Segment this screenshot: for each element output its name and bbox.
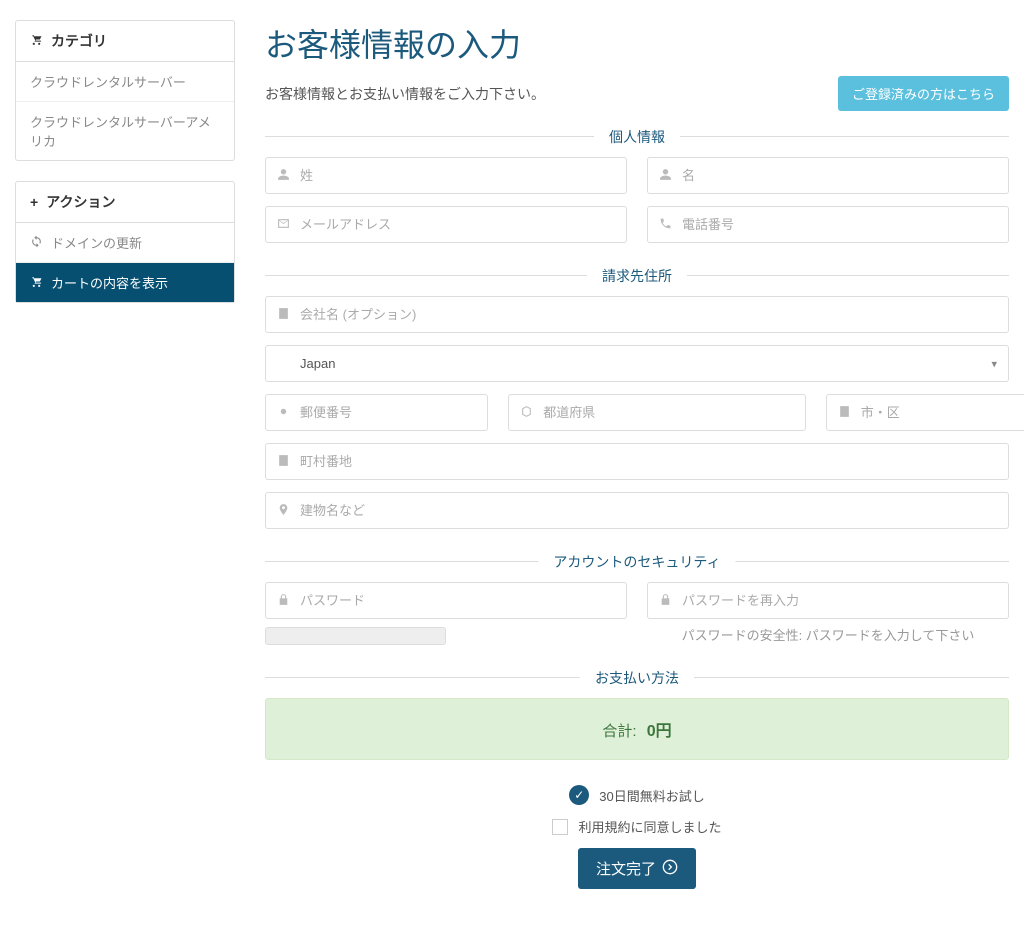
address1-input[interactable] (265, 443, 1009, 480)
email-input[interactable] (265, 206, 627, 243)
actions-title: アクション (46, 192, 115, 212)
tos-label: 利用規約に同意しました (578, 817, 721, 836)
plus-icon: + (30, 194, 38, 210)
action-label-cart: カートの内容を表示 (51, 273, 168, 292)
lastname-input[interactable] (265, 157, 627, 194)
arrow-right-circle-icon (662, 859, 678, 879)
pw-strength-status: パスワードを入力して下さい (806, 628, 975, 643)
postcode-input[interactable] (265, 394, 488, 431)
state-input[interactable] (508, 394, 806, 431)
section-security-legend: アカウントのセキュリティ (538, 552, 735, 572)
password-input[interactable] (265, 582, 627, 619)
cart-icon (30, 33, 43, 49)
checkbox-icon[interactable] (552, 819, 568, 835)
sidebar-actions: + アクション ドメインの更新 カートの内容を表示 (15, 181, 235, 303)
password-confirm-input[interactable] (647, 582, 1009, 619)
section-payment: お支払い方法 合計: 0円 ✓ 30日間無料お試し 利用規約に同意しました 注文… (265, 677, 1009, 889)
categories-header: カテゴリ (16, 21, 234, 62)
actions-header: + アクション (16, 182, 234, 223)
total-value: 0円 (647, 723, 672, 740)
total-label: 合計: (602, 723, 636, 740)
address2-input[interactable] (265, 492, 1009, 529)
submit-order-button[interactable]: 注文完了 (578, 848, 696, 889)
section-personal-legend: 個人情報 (594, 127, 680, 147)
trial-option-row[interactable]: ✓ 30日間無料お試し (265, 785, 1009, 805)
check-circle-icon: ✓ (569, 785, 589, 805)
company-input[interactable] (265, 296, 1009, 333)
submit-label: 注文完了 (596, 858, 656, 879)
section-billing-legend: 請求先住所 (587, 266, 687, 286)
firstname-input[interactable] (647, 157, 1009, 194)
section-billing: 請求先住所 Japan (265, 275, 1009, 541)
categories-title: カテゴリ (51, 31, 107, 51)
password-strength-bar (265, 627, 446, 645)
trial-label: 30日間無料お試し (599, 786, 704, 805)
category-item-cloud-rental-america[interactable]: クラウドレンタルサーバーアメリカ (16, 102, 234, 160)
section-payment-legend: お支払い方法 (580, 668, 694, 688)
action-label-renew: ドメインの更新 (51, 233, 142, 252)
phone-input[interactable] (647, 206, 1009, 243)
sidebar-categories: カテゴリ クラウドレンタルサーバー クラウドレンタルサーバーアメリカ (15, 20, 235, 161)
page-subtitle: お客様情報とお支払い情報をご入力下さい。 (265, 84, 545, 104)
section-personal: 個人情報 (265, 136, 1009, 255)
page-title: お客様情報の入力 (265, 20, 1009, 66)
cart-icon (30, 275, 43, 291)
section-security: アカウントのセキュリティ パスワードの安全性: パスワードを入力して下さ (265, 561, 1009, 657)
country-select[interactable]: Japan (265, 345, 1009, 382)
action-item-renew-domain[interactable]: ドメインの更新 (16, 223, 234, 263)
total-box: 合計: 0円 (265, 698, 1009, 760)
already-registered-button[interactable]: ご登録済みの方はこちら (838, 76, 1009, 111)
category-item-cloud-rental[interactable]: クラウドレンタルサーバー (16, 62, 234, 102)
city-input[interactable] (826, 394, 1024, 431)
action-item-view-cart[interactable]: カートの内容を表示 (16, 263, 234, 302)
password-strength-text: パスワードの安全性: パスワードを入力して下さい (647, 619, 1009, 644)
tos-checkbox-row[interactable]: 利用規約に同意しました (265, 817, 1009, 836)
refresh-icon (30, 235, 43, 251)
pw-strength-label: パスワードの安全性: (682, 628, 806, 643)
